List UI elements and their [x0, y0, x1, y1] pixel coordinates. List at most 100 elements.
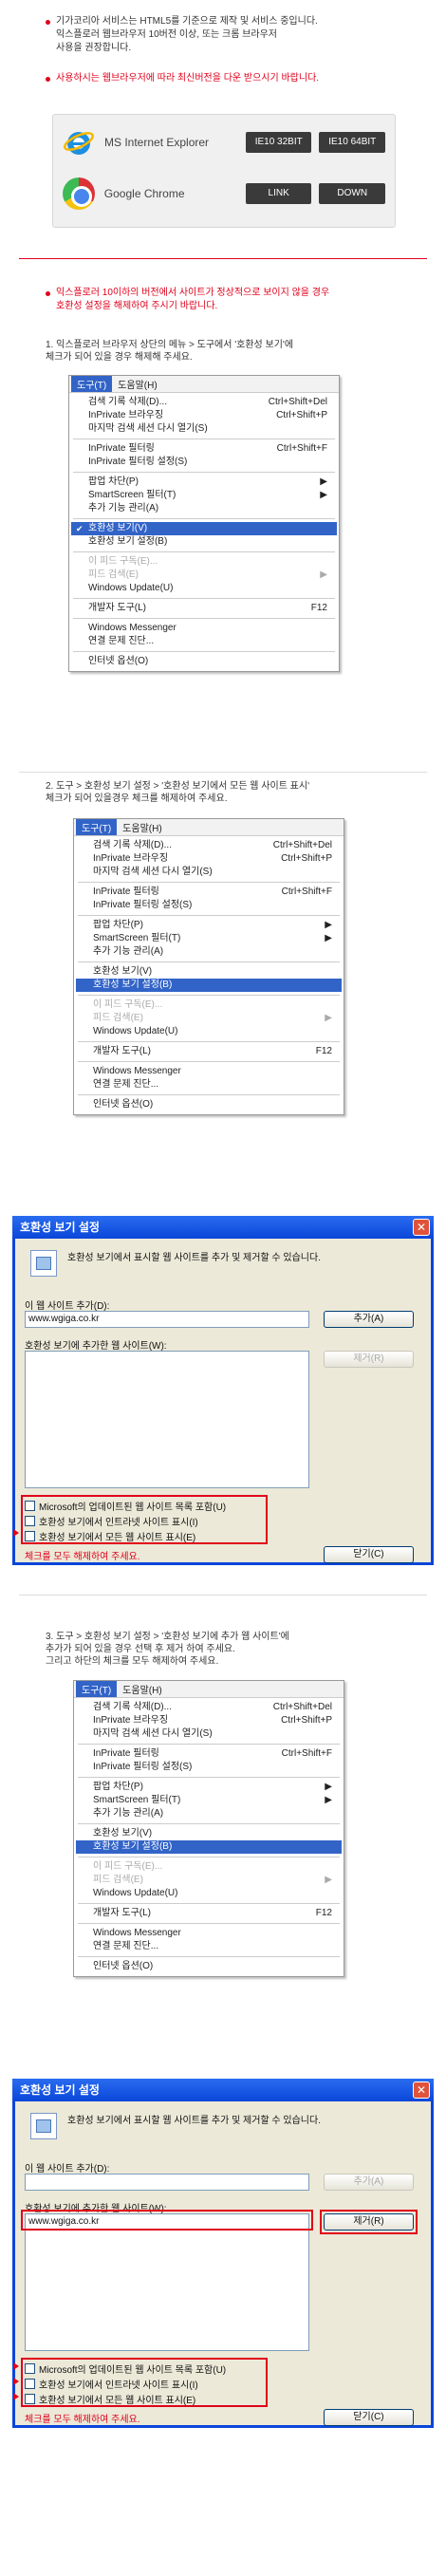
menu-item[interactable]: InPrivate 필터링 Ctrl+Shift+F	[71, 442, 337, 456]
menu-help[interactable]: 도움말(H)	[117, 819, 167, 835]
menu-item[interactable]: 이 피드 구독(E)...	[71, 555, 337, 569]
highlight-box	[21, 2210, 313, 2231]
close-button[interactable]: 닫기(C)	[324, 1546, 414, 1563]
chrome-down-button[interactable]: DOWN	[319, 183, 385, 204]
menu-item[interactable]: 개발자 도구(L) F12	[76, 1907, 342, 1920]
menu-item[interactable]: 이 피드 구독(E)...	[76, 999, 342, 1012]
menu-item-label: Windows Update(U)	[93, 1888, 178, 1898]
menu-item[interactable]: Windows Messenger	[71, 622, 337, 635]
menu-item[interactable]: 검색 기록 삭제(D)... Ctrl+Shift+Del	[76, 839, 342, 852]
menu-item-label: 인터넷 옵션(O)	[93, 1099, 154, 1110]
add-site-input[interactable]	[25, 2174, 309, 2191]
menu-item[interactable]: 호환성 보기 설정(B)	[76, 1840, 342, 1854]
dialog-title-bar: 호환성 보기 설정 ✕	[12, 2079, 434, 2101]
menu-item-label: 검색 기록 삭제(D)...	[88, 397, 167, 407]
menu-separator	[73, 518, 335, 519]
menu-item[interactable]: ✔ 호환성 보기(V)	[71, 522, 337, 535]
menu-item[interactable]: 마지막 검색 세션 다시 열기(S)	[71, 422, 337, 436]
menu-separator	[78, 1744, 340, 1745]
menu-help[interactable]: 도움말(H)	[112, 376, 162, 392]
menu-item[interactable]: InPrivate 필터링 Ctrl+Shift+F	[76, 886, 342, 899]
menu-item[interactable]: InPrivate 필터링 Ctrl+Shift+F	[76, 1747, 342, 1761]
menu-item[interactable]: 팝업 차단(P) ▶	[76, 919, 342, 932]
menu-item-label: SmartScreen 필터(T)	[93, 1795, 181, 1805]
menu-item[interactable]: InPrivate 필터링 설정(S)	[76, 1761, 342, 1774]
menu-item-label: 마지막 검색 세션 다시 열기(S)	[93, 867, 213, 877]
menu-item-label: InPrivate 필터링	[93, 887, 159, 897]
highlight-box	[320, 2210, 418, 2234]
menu-item[interactable]: 인터넷 옵션(O)	[71, 655, 337, 668]
menu-separator	[73, 598, 335, 599]
dialog-info-icon	[30, 1250, 57, 1277]
menu-item[interactable]: 피드 검색(E) ▶	[76, 1874, 342, 1887]
menu-tools[interactable]: 도구(T)	[71, 376, 113, 392]
step-1-text: 1. 익스플로러 브라우저 상단의 메뉴 > 도구에서 '호환성 보기'에 체크…	[46, 340, 294, 363]
menu-bar: 도구(T) 도움말(H)	[69, 376, 339, 393]
menu-item-label: 개발자 도구(L)	[93, 1046, 151, 1056]
menu-item[interactable]: 팝업 차단(P) ▶	[76, 1781, 342, 1794]
menu-item[interactable]: 이 피드 구독(E)...	[76, 1860, 342, 1874]
menu-item[interactable]: 호환성 보기 설정(B)	[76, 979, 342, 992]
menu-item[interactable]: 인터넷 옵션(O)	[76, 1960, 342, 1973]
bullet-icon	[46, 77, 50, 82]
menu-item[interactable]: 호환성 보기(V)	[76, 965, 342, 979]
menu-item[interactable]: 개발자 도구(L) F12	[71, 602, 337, 615]
menu-item[interactable]: 추가 기능 관리(A)	[76, 1807, 342, 1820]
site-list[interactable]: www.wgiga.co.kr	[25, 2213, 309, 2351]
arrow-icon	[13, 2393, 19, 2400]
menu-item[interactable]: SmartScreen 필터(T) ▶	[76, 1794, 342, 1807]
menu-item[interactable]: 마지막 검색 세션 다시 열기(S)	[76, 866, 342, 879]
menu-item[interactable]: InPrivate 브라우징 Ctrl+Shift+P	[71, 409, 337, 422]
close-button[interactable]: 닫기(C)	[324, 2409, 414, 2426]
menu-item[interactable]: 검색 기록 삭제(D)... Ctrl+Shift+Del	[76, 1701, 342, 1714]
menu-item[interactable]: 추가 기능 관리(A)	[76, 945, 342, 959]
close-icon[interactable]: ✕	[413, 1219, 430, 1236]
add-button[interactable]: 추가(A)	[324, 1311, 414, 1328]
menu-item[interactable]: 연결 문제 진단...	[76, 1078, 342, 1092]
menu-tools[interactable]: 도구(T)	[76, 819, 118, 835]
menu-item[interactable]: 호환성 보기 설정(B)	[71, 535, 337, 549]
menu-item[interactable]: 팝업 차단(P) ▶	[71, 476, 337, 489]
close-icon[interactable]: ✕	[413, 2081, 430, 2099]
add-site-input[interactable]: www.wgiga.co.kr	[25, 1311, 309, 1328]
menu-item[interactable]: InPrivate 브라우징 Ctrl+Shift+P	[76, 1714, 342, 1727]
menu-item[interactable]: InPrivate 필터링 설정(S)	[76, 899, 342, 912]
menu-item-label: 피드 검색(E)	[93, 1013, 143, 1023]
menu-item[interactable]: 인터넷 옵션(O)	[76, 1098, 342, 1111]
menu-item[interactable]: Windows Messenger	[76, 1065, 342, 1078]
menu-item[interactable]: Windows Update(U)	[76, 1887, 342, 1900]
menu-item[interactable]: Windows Update(U)	[71, 582, 337, 595]
chrome-link-button[interactable]: LINK	[245, 183, 312, 204]
menu-item[interactable]: SmartScreen 필터(T) ▶	[71, 489, 337, 502]
dialog-title-bar: 호환성 보기 설정 ✕	[12, 1216, 434, 1239]
menu-item[interactable]: 마지막 검색 세션 다시 열기(S)	[76, 1727, 342, 1741]
menu-item[interactable]: 연결 문제 진단...	[76, 1940, 342, 1953]
menu-item[interactable]: 추가 기능 관리(A)	[71, 502, 337, 515]
menu-item-label: 호환성 보기(V)	[93, 1828, 153, 1839]
remove-button[interactable]: 제거(R)	[324, 1351, 414, 1368]
menu-item[interactable]: InPrivate 브라우징 Ctrl+Shift+P	[76, 852, 342, 866]
site-list[interactable]	[25, 1351, 309, 1488]
menu-item[interactable]: 호환성 보기(V)	[76, 1827, 342, 1840]
menu-item[interactable]: Windows Update(U)	[76, 1025, 342, 1038]
menu-item-label: 피드 검색(E)	[88, 569, 139, 580]
tools-menu-2: 도구(T) 도움말(H) 검색 기록 삭제(D)... Ctrl+Shift+Del I…	[73, 818, 344, 1115]
menu-item-label: 호환성 보기(V)	[88, 523, 148, 533]
menu-item[interactable]: 개발자 도구(L) F12	[76, 1045, 342, 1058]
menu-item-label: 호환성 보기 설정(B)	[93, 1841, 173, 1852]
menu-item-label: InPrivate 필터링	[88, 443, 155, 454]
menu-item-label: 연결 문제 진단...	[93, 1941, 159, 1951]
menu-item[interactable]: 검색 기록 삭제(D)... Ctrl+Shift+Del	[71, 396, 337, 409]
menu-item[interactable]: 피드 검색(E) ▶	[71, 569, 337, 582]
menu-help[interactable]: 도움말(H)	[117, 1681, 167, 1697]
menu-item[interactable]: InPrivate 필터링 설정(S)	[71, 456, 337, 469]
menu-item-shortcut: Ctrl+Shift+P	[281, 1715, 332, 1726]
add-button[interactable]: 추가(A)	[324, 2174, 414, 2191]
menu-item[interactable]: Windows Messenger	[76, 1927, 342, 1940]
menu-item[interactable]: 연결 문제 진단...	[71, 635, 337, 648]
menu-item[interactable]: 피드 검색(E) ▶	[76, 1012, 342, 1025]
menu-tools[interactable]: 도구(T)	[76, 1681, 118, 1697]
ie10-64bit-button[interactable]: IE10 64BIT	[319, 132, 385, 153]
menu-item[interactable]: SmartScreen 필터(T) ▶	[76, 932, 342, 945]
ie10-32bit-button[interactable]: IE10 32BIT	[245, 132, 312, 153]
